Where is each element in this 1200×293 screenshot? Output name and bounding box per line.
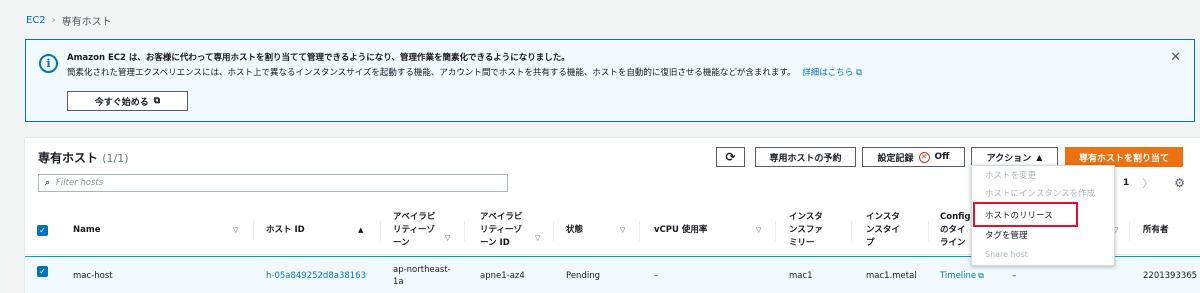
filter-hosts-placeholder: Filter hosts [56, 178, 104, 188]
banner-description: 簡素化された管理エクスペリエンスには、ホスト上で異なるインスタンスサイズを起動す… [67, 66, 862, 78]
column-instance-type[interactable]: インスタ ンスタイ プ [866, 205, 926, 255]
column-az-id[interactable]: アベイラビ リティーゾ ーン ID ▽ [480, 205, 560, 255]
column-name[interactable]: Name ▽ [73, 205, 243, 255]
cell-state: Pending [566, 271, 600, 281]
column-vcpu-label: vCPU 使用率 [654, 224, 708, 235]
column-divider [775, 221, 776, 241]
column-divider [928, 221, 929, 241]
cell-instance-type: mac1.metal [866, 271, 917, 281]
chevron-right-icon[interactable]: 〉 [1142, 175, 1153, 191]
column-divider [1129, 221, 1130, 241]
column-divider [464, 221, 465, 241]
cell-instance-family: mac1 [789, 271, 813, 281]
cell-owner: 2201393365 [1143, 271, 1198, 281]
off-status-icon: ✕ [918, 151, 930, 163]
menu-item-share-host: Share host [985, 250, 1028, 259]
column-host-id[interactable]: ホスト ID ▲ [266, 205, 366, 255]
page-number[interactable]: 1 [1123, 178, 1129, 188]
config-recording-button[interactable]: 設定記録 ✕ Off [862, 147, 965, 167]
reserve-host-button[interactable]: 専用ホストの予約 [755, 147, 856, 167]
pagination: 1 〉 ⚙ [1123, 175, 1185, 191]
close-icon[interactable]: ✕ [1170, 50, 1181, 65]
external-link-icon: ⧉ [855, 68, 863, 78]
cell-az: ap-northeast- 1a [393, 257, 451, 293]
config-recording-state: Off [934, 152, 950, 162]
column-az[interactable]: アベイラビ リティーゾ ーン ▽ [393, 205, 473, 255]
column-divider [639, 221, 640, 241]
refresh-button[interactable]: ⟳ [716, 147, 745, 167]
sort-icon: ▽ [445, 234, 451, 242]
sort-icon: ▲ [358, 226, 364, 234]
learn-more-label: 詳細はこちら [802, 68, 854, 78]
breadcrumb: EC2 › 専有ホスト [26, 13, 112, 28]
menu-item-manage-tags[interactable]: タグを管理 [985, 229, 1028, 241]
column-divider [851, 221, 852, 241]
info-banner: i Amazon EC2 は、お客様に代わって専用ホストを割り当てて管理できるよ… [25, 39, 1195, 122]
column-owner[interactable]: 所有者 [1143, 205, 1200, 255]
column-state[interactable]: 状態 ▽ [566, 205, 636, 255]
column-divider [253, 221, 254, 241]
actions-label: アクション [986, 153, 1032, 164]
external-link-icon: ⧉ [153, 96, 161, 106]
row-checkbox[interactable]: ✓ [37, 266, 48, 277]
column-host-id-label: ホスト ID [266, 224, 305, 235]
filter-hosts-input[interactable]: ⌕ Filter hosts [38, 174, 508, 192]
start-now-button[interactable]: 今すぐ始める ⧉ [67, 91, 188, 111]
cell-az-text: ap-northeast- 1a [393, 265, 451, 287]
info-icon: i [39, 54, 58, 73]
learn-more-link[interactable]: 詳細はこちら ⧉ [802, 68, 862, 78]
cell-vcpu: – [654, 271, 659, 281]
cell-name: mac-host [73, 271, 113, 281]
banner-title: Amazon EC2 は、お客様に代わって専用ホストを割り当てて管理できるように… [67, 53, 570, 63]
column-instance-type-label: インスタ ンスタイ プ [866, 211, 900, 248]
allocate-host-button[interactable]: 専有ホストを割り当て [1065, 147, 1183, 167]
caret-up-icon: ▲ [1036, 152, 1043, 162]
search-icon: ⌕ [45, 178, 51, 188]
external-link-icon: ⧉ [978, 271, 984, 280]
release-host-highlight [973, 202, 1078, 227]
column-divider [380, 221, 381, 241]
timeline-label: Timeline [940, 271, 977, 281]
refresh-icon: ⟳ [725, 150, 736, 164]
column-vcpu[interactable]: vCPU 使用率 ▽ [654, 205, 764, 255]
column-instance-family[interactable]: インスタ ンスファ ミリー [789, 205, 849, 255]
actions-button[interactable]: アクション ▲ [971, 147, 1058, 167]
sort-icon: ▽ [233, 226, 239, 234]
sort-icon: ▽ [1113, 226, 1119, 234]
select-all-checkbox[interactable]: ✓ [37, 225, 48, 236]
column-instance-family-label: インスタ ンスファ ミリー [789, 211, 823, 248]
chevron-right-icon: › [51, 15, 56, 26]
breadcrumb-ec2-link[interactable]: EC2 [26, 15, 46, 26]
banner-description-text: 簡素化された管理エクスペリエンスには、ホスト上で異なるインスタンスサイズを起動す… [67, 68, 796, 78]
column-config-timeline-label: Config のタイ ライン [940, 211, 971, 248]
column-state-label: 状態 [566, 224, 584, 235]
cell-az-id: apne1-az4 [480, 271, 525, 281]
sort-icon: ▽ [756, 226, 762, 234]
panel-count: (1/1) [102, 152, 129, 165]
column-az-label: アベイラビ リティーゾ ーン [393, 211, 436, 248]
sort-icon: ▽ [620, 226, 626, 234]
cell-host-id-link[interactable]: h-05a849252d8a38163 [266, 257, 366, 293]
column-name-label: Name [73, 224, 101, 235]
panel-title: 専有ホスト (1/1) [38, 149, 129, 166]
breadcrumb-current: 専有ホスト [61, 17, 112, 28]
menu-item-launch-instance: ホストにインスタンスを作成 [985, 189, 1096, 199]
column-divider [553, 221, 554, 241]
panel-title-text: 専有ホスト [38, 151, 99, 165]
column-owner-label: 所有者 [1143, 224, 1169, 235]
sort-icon: ▽ [535, 234, 541, 242]
menu-item-modify-host: ホストを変更 [985, 171, 1037, 181]
gear-icon[interactable]: ⚙ [1174, 176, 1185, 190]
column-az-id-label: アベイラビ リティーゾ ーン ID [480, 211, 523, 248]
start-now-label: 今すぐ始める [94, 97, 149, 108]
config-recording-label: 設定記録 [877, 153, 914, 164]
